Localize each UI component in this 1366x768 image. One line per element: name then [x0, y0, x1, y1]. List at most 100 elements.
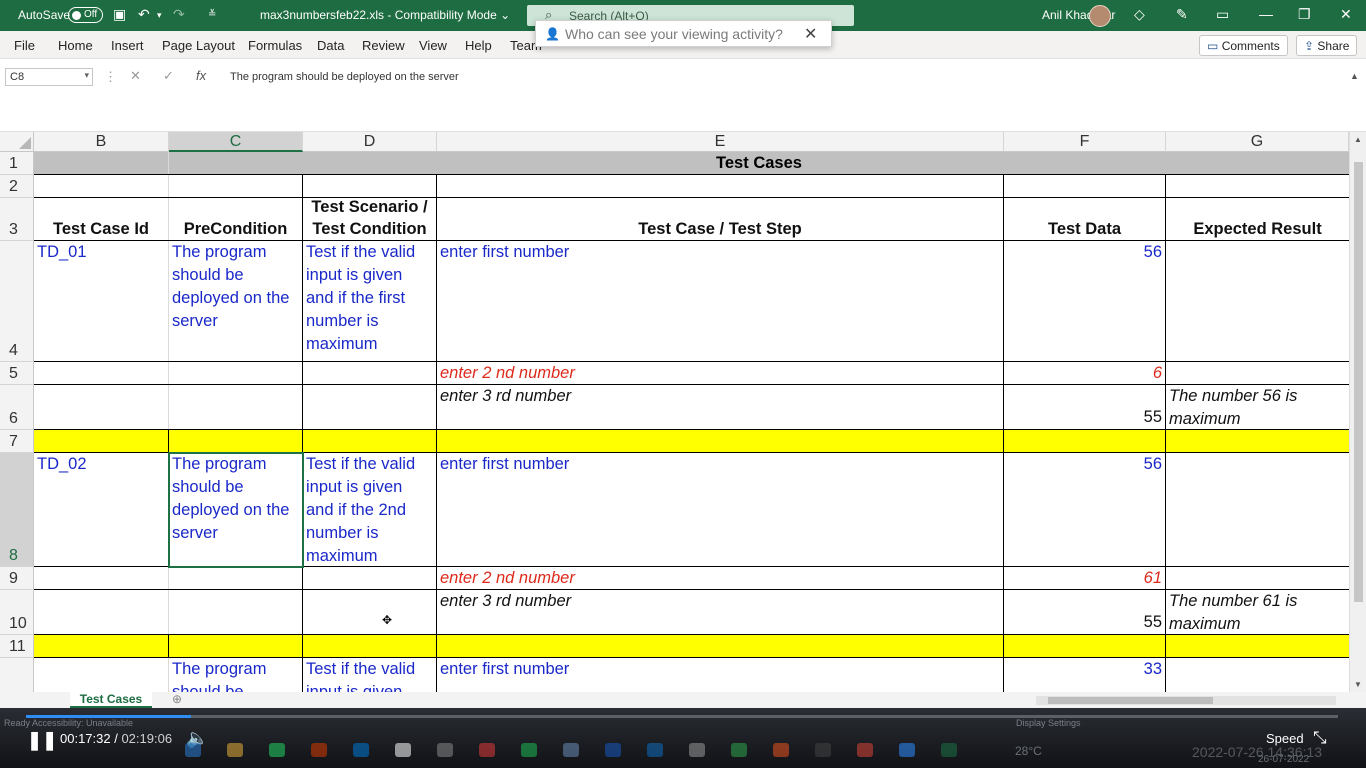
cell-c7[interactable]: [169, 430, 303, 452]
undo-icon[interactable]: ↶: [138, 6, 150, 23]
notepad-icon[interactable]: [395, 743, 411, 757]
enter-icon[interactable]: ✓: [163, 68, 174, 84]
excel-icon[interactable]: [941, 743, 957, 757]
cell-expected[interactable]: [1166, 241, 1349, 361]
zoom-icon[interactable]: [899, 743, 915, 757]
add-sheet-icon[interactable]: ⊕: [172, 692, 182, 706]
close-icon[interactable]: ✕: [1340, 6, 1352, 23]
spreadsheet-grid[interactable]: B C D E F G 1 2 3 4 5 6 7 8 9 10 11 Test…: [0, 132, 1349, 692]
cell-scenario[interactable]: Test if the valid input is given: [303, 658, 437, 692]
spotify-icon[interactable]: [521, 743, 537, 757]
tab-help[interactable]: Help: [465, 38, 492, 53]
cell-b7[interactable]: [34, 430, 169, 452]
row-header-9[interactable]: 9: [0, 567, 34, 590]
video-progress-bar[interactable]: [26, 715, 1338, 718]
app-icon[interactable]: [437, 743, 453, 757]
minimize-icon[interactable]: —: [1259, 6, 1273, 22]
row-header-3[interactable]: 3: [0, 198, 34, 241]
cell-f2[interactable]: [1004, 175, 1166, 197]
cell-scenario[interactable]: Test if the valid input is given and if …: [303, 453, 437, 566]
cell-test-step[interactable]: enter 3 rd number: [437, 385, 1004, 429]
header-test-case-id[interactable]: Test Case Id: [34, 198, 169, 240]
name-box[interactable]: C8 ▾: [5, 68, 93, 86]
cell-d2[interactable]: [303, 175, 437, 197]
row-header-4[interactable]: 4: [0, 241, 34, 362]
cell-test-step[interactable]: enter 3 rd number: [437, 590, 1004, 634]
popup-close-icon[interactable]: ✕: [804, 24, 817, 44]
cell-b12[interactable]: [34, 658, 169, 692]
cell-test-case-id[interactable]: TD_01: [34, 241, 169, 361]
cell-test-step[interactable]: enter first number: [437, 241, 1004, 361]
cell-c10[interactable]: [169, 590, 303, 634]
cell-c5[interactable]: [169, 362, 303, 384]
cell-test-data[interactable]: 33: [1004, 658, 1166, 692]
cell-d6[interactable]: [303, 385, 437, 429]
cell-c2[interactable]: [169, 175, 303, 197]
cell-test-data[interactable]: 56: [1004, 453, 1166, 566]
cell-scenario[interactable]: Test if the valid input is given and if …: [303, 241, 437, 361]
avatar[interactable]: [1089, 5, 1111, 27]
cell-g5[interactable]: [1166, 362, 1349, 384]
cell-g9[interactable]: [1166, 567, 1349, 589]
cell-test-case-id[interactable]: TD_02: [34, 453, 169, 566]
cell-expected[interactable]: The number 61 is maximum: [1166, 590, 1349, 634]
row-header-8[interactable]: 8: [0, 453, 34, 567]
cell-g7[interactable]: [1166, 430, 1349, 452]
cell-expected[interactable]: [1166, 453, 1349, 566]
comments-button[interactable]: ▭ Comments: [1199, 35, 1288, 56]
expand-formula-icon[interactable]: ▲: [1350, 71, 1359, 81]
column-header-d[interactable]: D: [303, 132, 437, 152]
outlook-icon[interactable]: [647, 743, 663, 757]
tab-data[interactable]: Data: [317, 38, 344, 53]
tab-formulas[interactable]: Formulas: [248, 38, 302, 53]
save-icon[interactable]: ▣: [113, 6, 126, 23]
folder-icon[interactable]: [227, 743, 243, 757]
office-icon[interactable]: [311, 743, 327, 757]
cell-b9[interactable]: [34, 567, 169, 589]
camera-icon[interactable]: [689, 743, 705, 757]
row-header-10[interactable]: 10: [0, 590, 34, 635]
cell-g12[interactable]: [1166, 658, 1349, 692]
ubuntu-icon[interactable]: [773, 743, 789, 757]
header-test-scenario[interactable]: Test Scenario / Test Condition: [303, 198, 437, 240]
tab-insert[interactable]: Insert: [111, 38, 144, 53]
cell-b10[interactable]: [34, 590, 169, 634]
chevron-down-icon[interactable]: ▾: [84, 70, 89, 81]
temperature[interactable]: 28°C: [1015, 744, 1042, 758]
cell-d11[interactable]: [303, 635, 437, 657]
whatsapp-icon[interactable]: [269, 743, 285, 757]
cell-f11[interactable]: [1004, 635, 1166, 657]
cell-g2[interactable]: [1166, 175, 1349, 197]
fx-icon[interactable]: fx: [196, 68, 206, 83]
row-header-1[interactable]: 1: [0, 152, 34, 175]
speed-button[interactable]: Speed: [1266, 731, 1304, 746]
redo-icon[interactable]: ↷: [173, 6, 185, 23]
viewing-activity-popup[interactable]: 👤 Who can see your viewing activity? ✕: [535, 20, 832, 47]
cell-precondition[interactable]: The program should be: [169, 658, 303, 692]
cell-b5[interactable]: [34, 362, 169, 384]
header-test-step[interactable]: Test Case / Test Step: [437, 198, 1004, 240]
customize-toolbar-icon[interactable]: ≚: [208, 9, 216, 20]
cell-test-data[interactable]: 6: [1004, 362, 1166, 384]
row-header-2[interactable]: 2: [0, 175, 34, 198]
sheet-tab-test-cases[interactable]: Test Cases: [70, 692, 152, 708]
cell-test-data[interactable]: 55: [1004, 385, 1166, 429]
cell-e7[interactable]: [437, 430, 1004, 452]
cell-e2[interactable]: [437, 175, 1004, 197]
share-button[interactable]: ⇪ Share: [1296, 35, 1358, 56]
cell-test-data[interactable]: 55: [1004, 590, 1166, 634]
row-header-5[interactable]: 5: [0, 362, 34, 385]
diamond-icon[interactable]: ◇: [1134, 6, 1145, 23]
acrobat-icon[interactable]: [479, 743, 495, 757]
terminal-icon[interactable]: [815, 743, 831, 757]
cell-test-data[interactable]: 61: [1004, 567, 1166, 589]
formula-input[interactable]: The program should be deployed on the se…: [230, 71, 459, 83]
word-icon[interactable]: [605, 743, 621, 757]
cell-c11[interactable]: [169, 635, 303, 657]
tab-review[interactable]: Review: [362, 38, 405, 53]
vertical-scrollbar[interactable]: ▲ ▼: [1349, 132, 1366, 692]
tab-file[interactable]: File: [14, 38, 35, 53]
cell-f7[interactable]: [1004, 430, 1166, 452]
store-icon[interactable]: [353, 743, 369, 757]
tab-home[interactable]: Home: [58, 38, 93, 53]
